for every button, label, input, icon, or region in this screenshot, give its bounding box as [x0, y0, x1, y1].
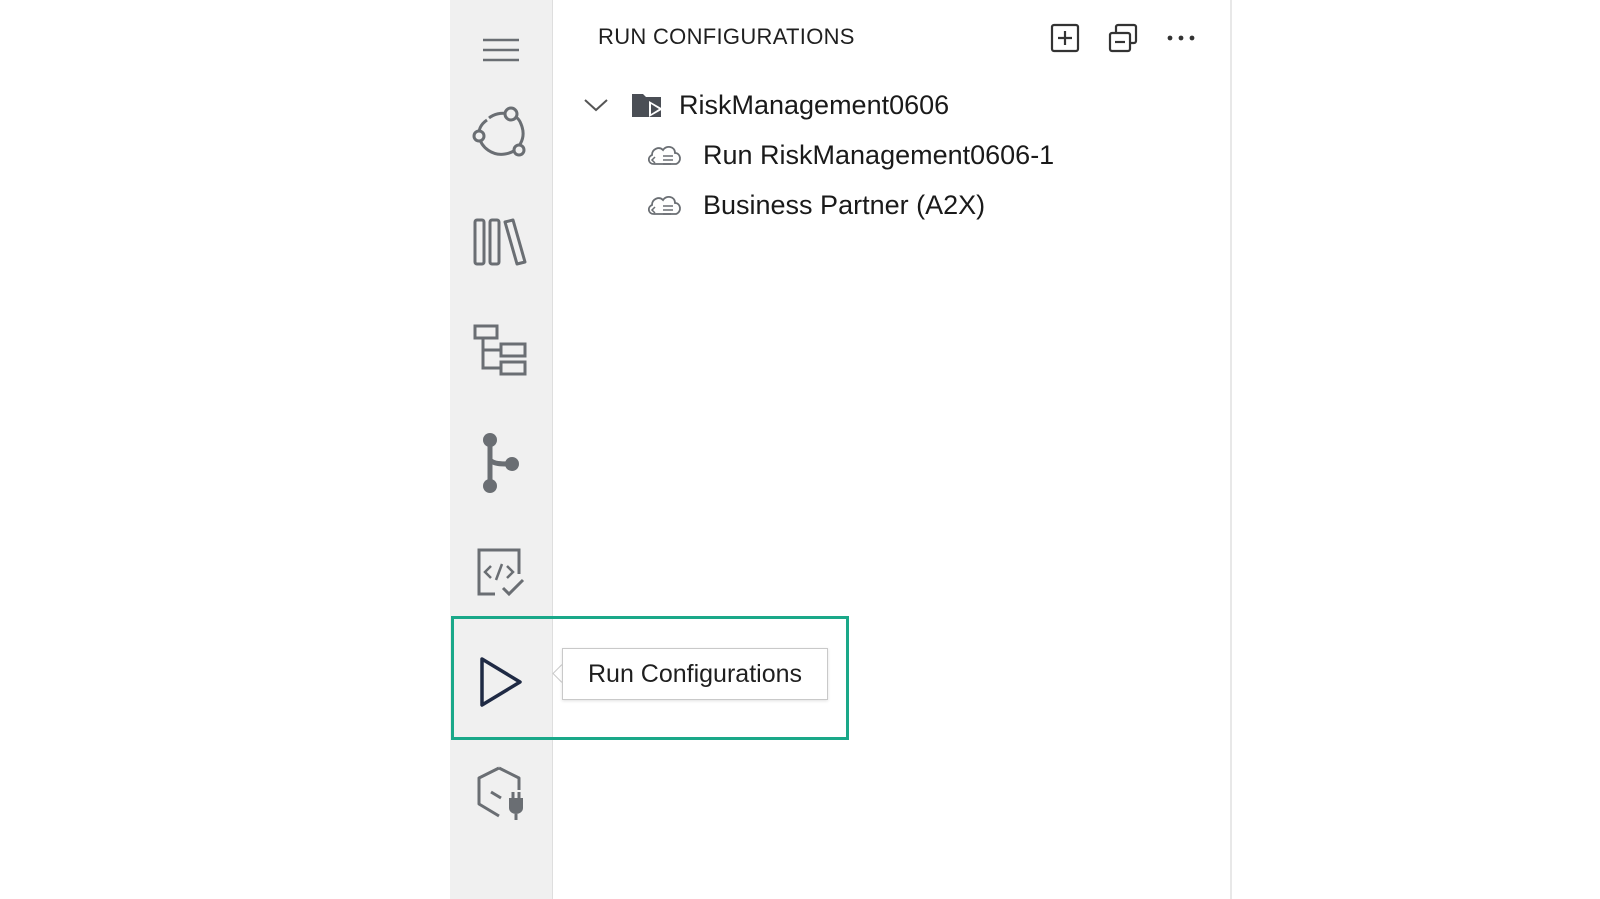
- extensions-button[interactable]: [450, 742, 552, 842]
- cloud-code-icon: [647, 146, 681, 165]
- project-label: RiskManagement0606: [679, 89, 950, 120]
- explorer-button[interactable]: [450, 82, 552, 182]
- git-branch-icon: [483, 433, 519, 493]
- source-control-button[interactable]: [450, 412, 552, 512]
- run-configurations-panel: RUN CONFIGURATIONS RiskManagement0606 Ru…: [553, 0, 1230, 899]
- folder-run-icon: [632, 94, 663, 117]
- activity-bar: [450, 0, 553, 899]
- tree-item-configuration[interactable]: Business Partner (A2X): [645, 182, 985, 228]
- library-button[interactable]: [450, 192, 552, 292]
- play-icon: [480, 657, 522, 707]
- cycle-nodes-icon: [472, 106, 526, 157]
- ellipsis-icon: [1167, 35, 1195, 41]
- hamburger-menu-icon: [483, 38, 519, 62]
- run-configurations-button[interactable]: [450, 632, 552, 732]
- configuration-label: Run RiskManagement0606-1: [703, 139, 1055, 170]
- configuration-label: Business Partner (A2X): [703, 189, 986, 220]
- code-check-icon: [477, 548, 525, 597]
- new-configuration-button[interactable]: [1047, 20, 1083, 56]
- chevron-down-icon[interactable]: [583, 97, 609, 113]
- test-button[interactable]: [450, 522, 552, 622]
- collapse-all-button[interactable]: [1105, 20, 1141, 56]
- hierarchy-tree-icon: [473, 324, 527, 376]
- add-square-icon: [1050, 23, 1080, 53]
- panel-divider: [1230, 0, 1232, 899]
- tree-item-configuration[interactable]: Run RiskManagement0606-1: [645, 132, 1054, 178]
- panel-title: RUN CONFIGURATIONS: [598, 24, 855, 49]
- collapse-all-icon: [1108, 23, 1138, 53]
- more-actions-button[interactable]: [1163, 20, 1199, 56]
- library-icon: [473, 218, 527, 266]
- outline-button[interactable]: [450, 302, 552, 402]
- tooltip: Run Configurations: [562, 648, 828, 700]
- cube-plug-icon: [477, 766, 523, 820]
- tree-item-project[interactable]: RiskManagement0606: [583, 82, 949, 128]
- cloud-code-icon: [647, 196, 681, 215]
